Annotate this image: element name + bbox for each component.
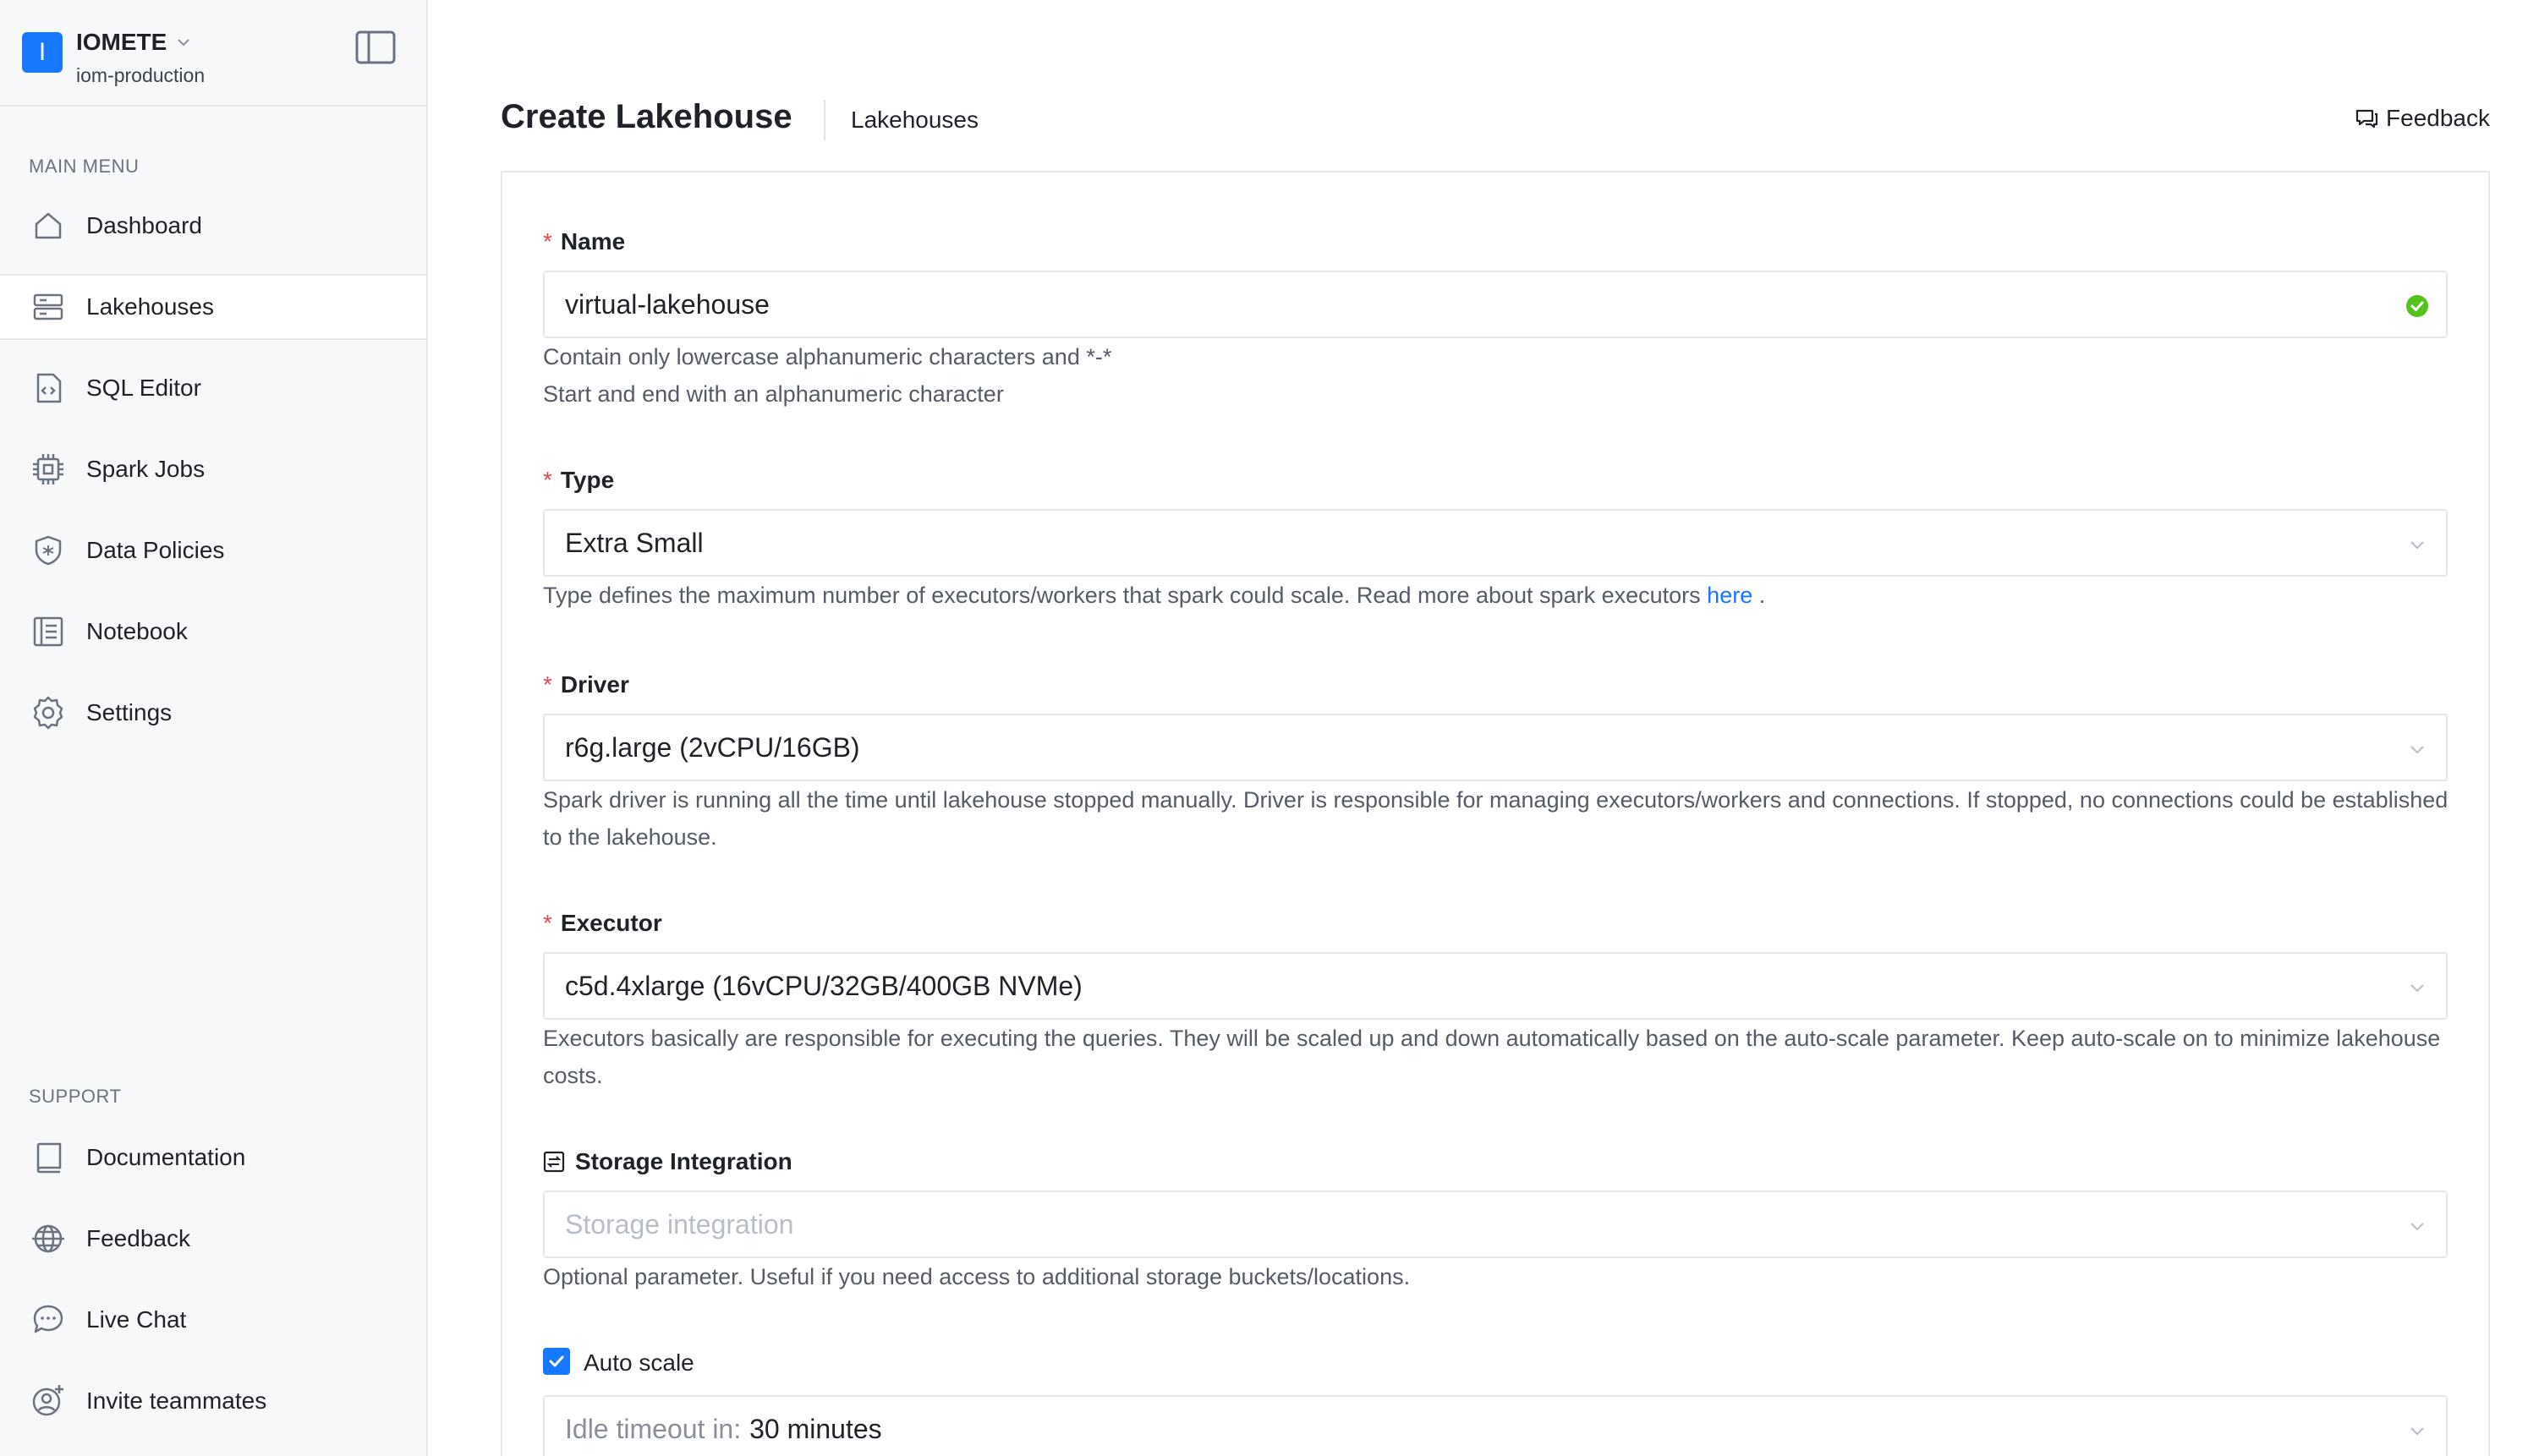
driver-select-value: r6g.large (2vCPU/16GB): [565, 731, 860, 763]
chevron-down-icon: [178, 39, 190, 47]
server-icon: [30, 289, 66, 325]
main-menu-heading: MAIN MENU: [29, 156, 140, 177]
sidebar-item-label: Invite teammates: [86, 1388, 267, 1414]
feedback-label: Feedback: [2386, 105, 2490, 131]
sidebar-item-label: Data Policies: [86, 537, 225, 563]
storage-integration-icon: [543, 1151, 565, 1173]
home-icon: [30, 208, 66, 244]
driver-label: * Driver: [543, 671, 629, 698]
type-help-end: .: [1758, 583, 1766, 608]
required-marker: *: [543, 467, 552, 493]
name-label-text: Name: [560, 228, 626, 255]
sidebar-item-label: Spark Jobs: [86, 456, 206, 482]
chevron-down-icon: [2410, 1223, 2424, 1231]
notebook-icon: [30, 614, 66, 649]
executor-label: * Executor: [543, 910, 662, 937]
type-select[interactable]: Extra Small: [543, 509, 2448, 577]
org-logo: I: [22, 32, 63, 73]
org-switcher[interactable]: I IOMETE iom-production: [0, 0, 426, 107]
name-help: Contain only lowercase alphanumeric char…: [543, 338, 1111, 413]
executor-label-text: Executor: [560, 910, 662, 936]
org-name: IOMETE: [76, 29, 167, 55]
idle-timeout-select[interactable]: Idle timeout in: 30 minutes: [543, 1395, 2448, 1456]
feedback-icon: [2355, 109, 2378, 129]
chevron-down-icon: [2410, 746, 2424, 754]
sidebar-item-invite-teammates[interactable]: Invite teammates: [0, 1368, 426, 1434]
executor-help: Executors basically are responsible for …: [543, 1026, 2441, 1088]
sidebar-item-settings[interactable]: Settings: [0, 680, 426, 746]
sidebar-item-label: Live Chat: [86, 1306, 187, 1333]
gear-icon: [30, 695, 66, 731]
storage-help: Optional parameter. Useful if you need a…: [543, 1264, 1411, 1289]
type-select-value: Extra Small: [565, 527, 704, 558]
book-icon: [30, 1140, 66, 1175]
name-input[interactable]: virtual-lakehouse: [543, 271, 2448, 338]
sidebar-item-notebook[interactable]: Notebook: [0, 599, 426, 665]
chat-icon: [30, 1302, 66, 1338]
storage-select-placeholder: Storage integration: [565, 1208, 794, 1240]
idle-timeout-value: 30 minutes: [749, 1413, 882, 1444]
org-subtitle: iom-production: [76, 64, 206, 86]
executor-select-value: c5d.4xlarge (16vCPU/32GB/400GB NVMe): [565, 970, 1083, 1001]
sidebar-item-label: Notebook: [86, 618, 188, 644]
storage-integration-select[interactable]: Storage integration: [543, 1191, 2448, 1258]
type-label-text: Type: [560, 467, 615, 493]
sidebar-item-sql-editor[interactable]: SQL Editor: [0, 355, 426, 421]
sidebar-item-label: Feedback: [86, 1225, 190, 1251]
type-help: Type defines the maximum number of execu…: [543, 577, 1765, 614]
autoscale-label[interactable]: Auto scale: [584, 1349, 694, 1377]
spark-executors-link[interactable]: here: [1707, 583, 1752, 608]
main-content: Create Lakehouse Lakehouses Feedback * N…: [428, 0, 2539, 1456]
name-help-line2: Start and end with an alphanumeric chara…: [543, 381, 1004, 407]
sidebar-item-live-chat[interactable]: Live Chat: [0, 1287, 426, 1353]
breadcrumb-lakehouses[interactable]: Lakehouses: [851, 107, 979, 134]
driver-label-text: Driver: [560, 671, 629, 698]
sidebar-item-spark-jobs[interactable]: Spark Jobs: [0, 436, 426, 502]
required-marker: *: [543, 671, 552, 698]
globe-icon: [30, 1221, 66, 1256]
sidebar-item-label: Settings: [86, 699, 173, 725]
sidebar-item-label: Dashboard: [86, 212, 202, 238]
name-label: * Name: [543, 228, 625, 255]
check-circle-icon: [2406, 295, 2428, 317]
chip-icon: [30, 452, 66, 487]
autoscale-checkbox[interactable]: [543, 1348, 570, 1375]
name-help-line1: Contain only lowercase alphanumeric char…: [543, 344, 1112, 369]
driver-select[interactable]: r6g.large (2vCPU/16GB): [543, 714, 2448, 781]
chevron-down-icon: [2410, 1427, 2424, 1436]
sidebar-item-data-policies[interactable]: Data Policies: [0, 517, 426, 583]
name-input-value: virtual-lakehouse: [565, 288, 770, 320]
chevron-down-icon: [2410, 984, 2424, 993]
type-label: * Type: [543, 467, 614, 494]
required-marker: *: [543, 228, 552, 255]
sidebar-item-dashboard[interactable]: Dashboard: [0, 193, 426, 259]
sidebar-toggle-icon[interactable]: [355, 30, 396, 64]
required-marker: *: [543, 910, 552, 936]
idle-timeout-prefix: Idle timeout in:: [565, 1413, 742, 1444]
executor-select[interactable]: c5d.4xlarge (16vCPU/32GB/400GB NVMe): [543, 952, 2448, 1020]
sidebar-item-documentation[interactable]: Documentation: [0, 1125, 426, 1191]
page-title: Create Lakehouse: [501, 98, 792, 135]
header-divider: [824, 100, 825, 140]
support-heading: SUPPORT: [29, 1086, 122, 1107]
storage-label: Storage Integration: [543, 1148, 792, 1175]
chevron-down-icon: [2410, 541, 2424, 550]
driver-help: Spark driver is running all the time unt…: [543, 787, 2449, 850]
checkmark-icon: [549, 1355, 564, 1367]
sidebar-item-label: Lakehouses: [86, 293, 215, 320]
storage-label-text: Storage Integration: [575, 1148, 792, 1174]
feedback-button[interactable]: Feedback: [2354, 105, 2490, 132]
code-file-icon: [30, 370, 66, 406]
sidebar: I IOMETE iom-production MAIN MENU Dashbo…: [0, 0, 428, 1456]
sidebar-item-label: SQL Editor: [86, 375, 201, 401]
type-help-text: Type defines the maximum number of execu…: [543, 583, 1701, 608]
add-user-icon: [30, 1383, 66, 1419]
sidebar-item-label: Documentation: [86, 1144, 246, 1170]
sidebar-item-lakehouses[interactable]: Lakehouses: [0, 274, 426, 340]
sidebar-item-feedback[interactable]: Feedback: [0, 1206, 426, 1272]
shield-icon: [30, 533, 66, 568]
create-lakehouse-form: * Name virtual-lakehouse Contain only lo…: [501, 171, 2490, 1456]
